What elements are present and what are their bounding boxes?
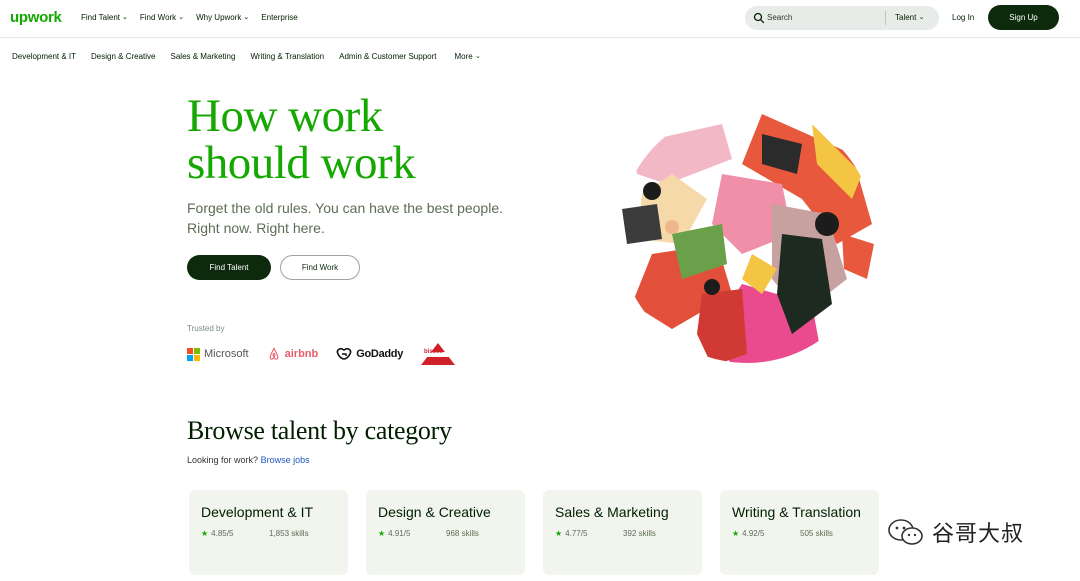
- login-link[interactable]: Log In: [952, 13, 974, 22]
- card-rating: 4.91/5: [388, 529, 411, 538]
- card-title: Writing & Translation: [732, 504, 861, 520]
- nav-enterprise[interactable]: Enterprise: [261, 13, 297, 22]
- card-skills: 1,853 skills: [269, 529, 309, 538]
- card-rating: 4.77/5: [565, 529, 588, 538]
- hero-subtitle-line1: Forget the old rules. You can have the b…: [187, 200, 504, 216]
- hero-subtitle-line2: Right now. Right here.: [187, 220, 325, 236]
- microsoft-logo-text: Microsoft: [204, 348, 249, 360]
- find-work-button[interactable]: Find Work: [280, 255, 360, 280]
- browse-jobs-link[interactable]: Browse jobs: [261, 455, 310, 465]
- search-input[interactable]: Search: [767, 13, 792, 22]
- card-skills: 505 skills: [800, 529, 833, 538]
- catnav-sales-marketing[interactable]: Sales & Marketing: [171, 52, 236, 61]
- hero-title-line2: should work: [187, 137, 416, 189]
- godaddy-logo: GoDaddy: [336, 347, 403, 361]
- catnav-writing-translation[interactable]: Writing & Translation: [250, 52, 324, 61]
- card-skills: 968 skills: [446, 529, 479, 538]
- star-icon: ★: [201, 529, 209, 538]
- browse-subtitle: Looking for work? Browse jobs: [187, 455, 310, 465]
- search-scope-dropdown[interactable]: Talent ⌄: [895, 13, 924, 22]
- airbnb-logo: airbnb: [267, 347, 319, 361]
- browse-title: Browse talent by category: [187, 416, 452, 445]
- catnav-design-creative[interactable]: Design & Creative: [91, 52, 155, 61]
- browse-subtitle-text: Looking for work?: [187, 455, 259, 465]
- chevron-down-icon: ⌄: [474, 53, 481, 60]
- catnav-more[interactable]: More ⌄: [454, 52, 480, 61]
- card-skills: 392 skills: [623, 529, 656, 538]
- search-icon: [753, 12, 765, 24]
- godaddy-icon: [336, 347, 352, 360]
- category-card-design-creative[interactable]: Design & Creative ★ 4.91/5 968 skills: [366, 490, 525, 575]
- search-divider: [885, 11, 886, 25]
- airbnb-icon: [269, 347, 279, 360]
- nav-why-upwork[interactable]: Why Upwork ⌄: [196, 13, 249, 22]
- category-card-writing-translation[interactable]: Writing & Translation ★ 4.92/5 505 skills: [720, 490, 879, 575]
- bissell-logo-text: bissell: [424, 349, 443, 355]
- find-talent-button[interactable]: Find Talent: [187, 255, 271, 280]
- category-cards: Development & IT ★ 4.85/5 1,853 skills De…: [189, 490, 879, 575]
- star-icon: ★: [378, 529, 386, 538]
- chevron-down-icon: ⌄: [243, 13, 250, 21]
- category-nav: Development & IT Design & Creative Sales…: [12, 52, 481, 61]
- category-card-sales-marketing[interactable]: Sales & Marketing ★ 4.77/5 392 skills: [543, 490, 702, 575]
- catnav-development-it[interactable]: Development & IT: [12, 52, 76, 61]
- airbnb-logo-text: airbnb: [284, 348, 319, 360]
- catnav-admin-support[interactable]: Admin & Customer Support: [339, 52, 436, 61]
- nav-find-work[interactable]: Find Work ⌄: [140, 13, 184, 22]
- godaddy-logo-text: GoDaddy: [356, 348, 404, 360]
- trusted-by-label: Trusted by: [187, 324, 225, 333]
- hero-title-line1: How work: [187, 90, 383, 142]
- card-title: Development & IT: [201, 504, 314, 520]
- watermark-text: 谷哥大叔: [932, 522, 1025, 547]
- card-rating: 4.85/5: [211, 529, 234, 538]
- card-meta: ★ 4.92/5 505 skills: [732, 529, 867, 538]
- chevron-down-icon: ⌄: [918, 14, 925, 21]
- upwork-logo[interactable]: upwork: [10, 9, 62, 26]
- trusted-logos: Microsoft airbnb GoDaddy bissell: [187, 343, 456, 365]
- star-icon: ★: [732, 529, 740, 538]
- bissell-logo: bissell: [421, 343, 456, 365]
- main-nav: Find Talent ⌄ Find Work ⌄ Why Upwork ⌄ Ente…: [81, 13, 298, 22]
- signup-button[interactable]: Sign Up: [988, 5, 1059, 30]
- wechat-icon: [888, 519, 923, 545]
- chevron-down-icon: ⌄: [122, 13, 128, 21]
- search-bar[interactable]: Search Talent ⌄: [745, 6, 939, 30]
- nav-find-talent[interactable]: Find Talent ⌄: [81, 13, 128, 22]
- microsoft-logo: Microsoft: [187, 347, 249, 361]
- hero-illustration: [619, 107, 875, 363]
- card-title: Sales & Marketing: [555, 504, 669, 520]
- card-rating: 4.92/5: [742, 529, 765, 538]
- card-title: Design & Creative: [378, 504, 491, 520]
- card-meta: ★ 4.85/5 1,853 skills: [201, 529, 336, 538]
- wechat-watermark: 谷哥大叔: [886, 516, 1024, 548]
- card-meta: ★ 4.77/5 392 skills: [555, 529, 690, 538]
- top-navbar: upwork Find Talent ⌄ Find Work ⌄ Why Upwor…: [0, 0, 1080, 38]
- card-meta: ★ 4.91/5 968 skills: [378, 529, 513, 538]
- microsoft-grid-icon: [187, 347, 200, 361]
- hero-title: How work should work: [187, 90, 416, 189]
- hero-subtitle: Forget the old rules. You can have the b…: [187, 198, 527, 238]
- star-icon: ★: [555, 529, 563, 538]
- category-card-development-it[interactable]: Development & IT ★ 4.85/5 1,853 skills: [189, 490, 348, 575]
- chevron-down-icon: ⌄: [178, 13, 185, 21]
